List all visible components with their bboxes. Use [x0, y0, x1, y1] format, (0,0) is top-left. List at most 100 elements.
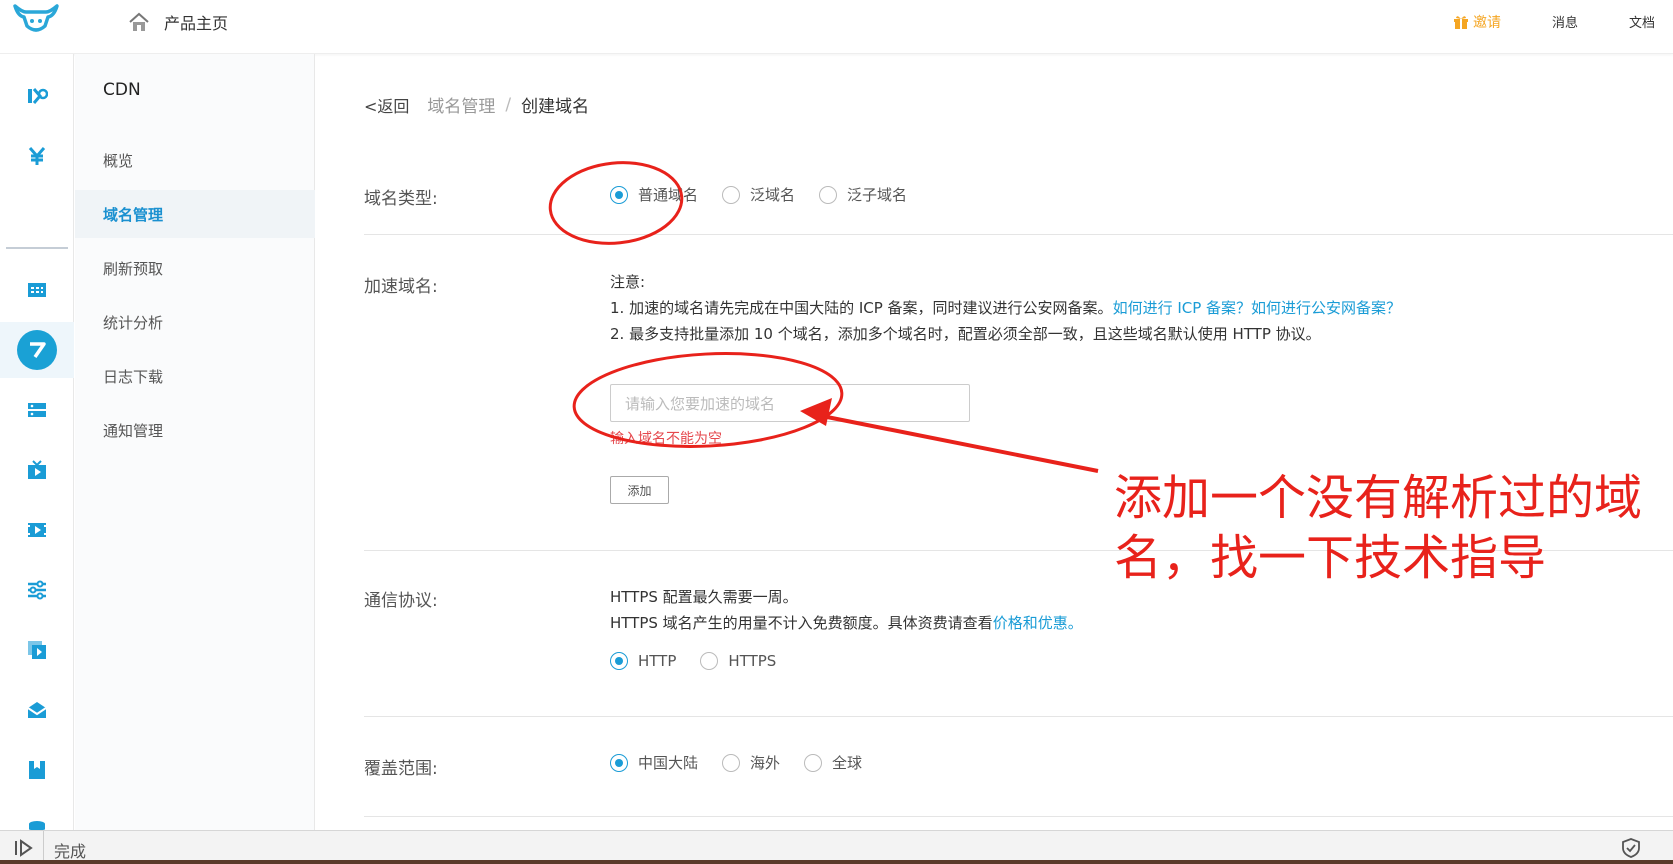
- sidebar-toggle-icon[interactable]: [12, 838, 34, 858]
- sidebar-item-domain-management[interactable]: 域名管理: [75, 190, 315, 238]
- gift-icon: [1454, 16, 1468, 29]
- product-icon-bar: [0, 54, 74, 839]
- domain-input[interactable]: 请输入您要加速的域名: [610, 384, 970, 422]
- iconbar-item-ic[interactable]: [0, 76, 74, 116]
- protocol-note: HTTPS 配置最久需要一周。 HTTPS 域名产生的用量不计入免费额度。具体资…: [610, 584, 1083, 636]
- domain-type-label: 域名类型:: [364, 189, 438, 209]
- domain-type-normal-radio[interactable]: 普通域名: [610, 184, 698, 205]
- note-line-1-text: 1. 加速的域名请先完成在中国大陆的 ICP 备案，同时建议进行公安网备案。: [610, 299, 1113, 317]
- sidebar-item-refresh-prefetch[interactable]: 刷新预取: [75, 244, 315, 292]
- section-divider: [364, 234, 1673, 235]
- sidebar-item-statistics[interactable]: 统计分析: [75, 298, 315, 346]
- product-home-label: 产品主页: [164, 14, 229, 33]
- sidebar-item-log-download[interactable]: 日志下载: [75, 352, 315, 400]
- window-bottom-strip: [0, 860, 1673, 864]
- sidebar-title: CDN: [103, 80, 141, 100]
- domain-type-wildcard-sub-radio[interactable]: 泛子域名: [819, 184, 907, 205]
- radio-unchecked-icon: [722, 753, 741, 772]
- radio-label: 普通域名: [638, 186, 699, 204]
- cdn-icon: [30, 342, 46, 358]
- protocol-note-line-2: HTTPS 域名产生的用量不计入免费额度。具体资费请查看价格和优惠。: [610, 610, 1083, 636]
- radio-label: HTTPS: [728, 652, 777, 670]
- tv-play-icon: [28, 460, 46, 479]
- back-link[interactable]: <返回: [364, 93, 409, 117]
- grid-server-icon: [28, 283, 46, 297]
- messages-link[interactable]: 消息: [1552, 12, 1578, 31]
- invite-label: 邀请: [1473, 15, 1501, 31]
- radio-unchecked-icon: [700, 652, 719, 670]
- note-line-1: 1. 加速的域名请先完成在中国大陆的 ICP 备案，同时建议进行公安网备案。如何…: [610, 295, 1401, 321]
- annotation-text: 添加一个没有解析过的域名，找一下技术指导: [1114, 470, 1643, 586]
- protocol-radio-group: HTTP HTTPS: [610, 652, 800, 670]
- cdn-active-indicator: [17, 330, 57, 370]
- docs-link[interactable]: 文档: [1629, 12, 1655, 31]
- film-play-icon: [28, 523, 46, 537]
- mail-icon: [27, 702, 47, 718]
- protocol-note-line-2-text: HTTPS 域名产生的用量不计入免费额度。具体资费请查看: [610, 614, 993, 632]
- icp-help-link[interactable]: 如何进行 ICP 备案？如何进行公安网备案？: [1113, 299, 1401, 317]
- domain-error-message: 输入域名不能为空: [610, 431, 722, 447]
- sliders-icon: [28, 580, 46, 600]
- sidebar-item-overview[interactable]: 概览: [75, 136, 315, 184]
- browser-status-bar: 完成: [0, 830, 1673, 864]
- iconbar-item-billing[interactable]: [0, 136, 74, 176]
- radio-label: 泛子域名: [847, 186, 908, 204]
- sidebar-item-notifications[interactable]: 通知管理: [75, 406, 315, 454]
- iconbar-item-mail[interactable]: [0, 690, 74, 730]
- coverage-overseas-radio[interactable]: 海外: [722, 752, 780, 773]
- iconbar-item-live[interactable]: [0, 450, 74, 490]
- coverage-mainland-radio[interactable]: 中国大陆: [610, 752, 698, 773]
- coverage-label: 覆盖范围:: [364, 759, 438, 779]
- bull-logo-icon[interactable]: [12, 2, 60, 38]
- coverage-global-radio[interactable]: 全球: [804, 752, 862, 773]
- bookmark-icon: [29, 761, 45, 779]
- invite-link[interactable]: 邀请: [1453, 12, 1501, 32]
- radio-checked-icon: [610, 652, 628, 670]
- protocol-https-radio[interactable]: HTTPS: [700, 652, 776, 670]
- status-text: 完成: [54, 842, 87, 861]
- radio-label: 泛域名: [750, 186, 796, 204]
- main-content: <返回 域名管理 / 创建域名 域名类型: 普通域名 泛域名 泛子域名 加速域名…: [316, 54, 1673, 830]
- breadcrumb-separator: /: [505, 94, 512, 115]
- radio-unchecked-icon: [804, 753, 823, 772]
- accel-domain-note: 注意: 1. 加速的域名请先完成在中国大陆的 ICP 备案，同时建议进行公安网备…: [610, 269, 1401, 347]
- accel-domain-label: 加速域名:: [364, 277, 438, 297]
- iconbar-item-cdn[interactable]: [0, 322, 74, 378]
- coverage-radio-group: 中国大陆 海外 全球: [610, 752, 886, 773]
- home-icon: [129, 12, 149, 31]
- top-bar: 产品主页 邀请 消息 文档: [0, 0, 1673, 54]
- iconbar-item-compute[interactable]: [0, 270, 74, 310]
- pricing-link[interactable]: 价格和优惠。: [993, 614, 1083, 632]
- breadcrumb-current: 创建域名: [521, 97, 590, 117]
- protocol-http-radio[interactable]: HTTP: [610, 652, 676, 670]
- media-play-icon: [28, 641, 46, 659]
- protocol-note-line-1: HTTPS 配置最久需要一周。: [610, 588, 798, 606]
- radio-unchecked-icon: [819, 185, 838, 204]
- iconbar-item-video[interactable]: [0, 510, 74, 550]
- domain-type-wildcard-radio[interactable]: 泛域名: [722, 184, 795, 205]
- iconbar-item-database[interactable]: [0, 390, 74, 430]
- radio-checked-icon: [610, 753, 628, 772]
- server-rack-icon: [28, 403, 46, 417]
- shield-check-icon[interactable]: [1620, 837, 1642, 859]
- radio-label: 中国大陆: [638, 754, 699, 772]
- section-divider: [364, 816, 1673, 817]
- iconbar-item-media[interactable]: [0, 630, 74, 670]
- product-home-link[interactable]: 产品主页: [128, 10, 228, 34]
- domain-type-radio-group: 普通域名 泛域名 泛子域名: [610, 184, 931, 205]
- protocol-label: 通信协议:: [364, 591, 438, 611]
- section-divider: [364, 716, 1673, 717]
- domain-input-placeholder: 请输入您要加速的域名: [625, 394, 776, 413]
- note-line-2: 2. 最多支持批量添加 10 个域名，添加多个域名时，配置必须全部一致，且这些域…: [610, 325, 1321, 343]
- radio-unchecked-icon: [722, 185, 741, 204]
- radio-label: 全球: [832, 754, 863, 772]
- ic-badge-icon: [28, 88, 48, 104]
- yen-icon: [28, 147, 46, 165]
- iconbar-item-bookmark[interactable]: [0, 750, 74, 790]
- breadcrumb-parent[interactable]: 域名管理: [427, 92, 495, 117]
- radio-checked-icon: [610, 185, 628, 204]
- iconbar-item-settings[interactable]: [0, 570, 74, 610]
- breadcrumb: <返回 域名管理 / 创建域名: [364, 92, 590, 118]
- add-domain-button[interactable]: 添加: [610, 476, 669, 504]
- radio-label: 海外: [750, 754, 781, 772]
